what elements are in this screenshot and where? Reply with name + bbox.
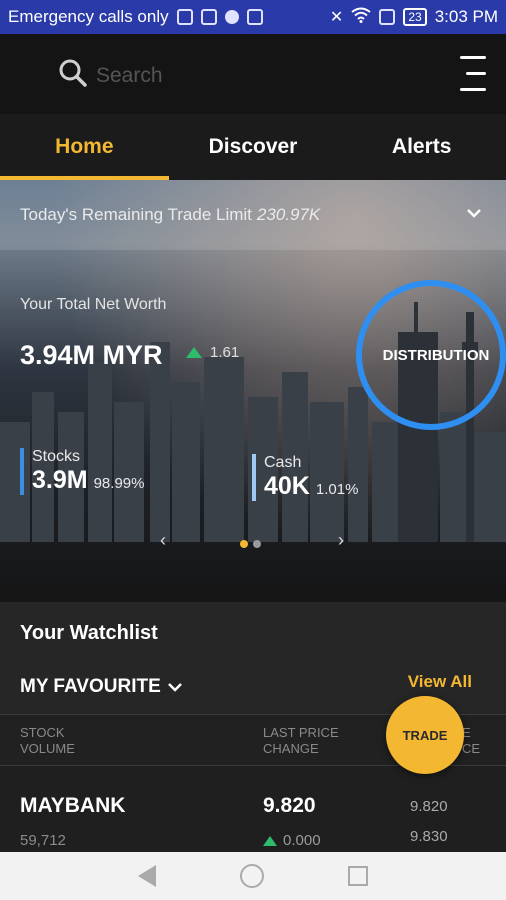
stocks-title: Stocks [32,448,81,465]
tab-bar: Home Discover Alerts [0,114,506,180]
trade-limit-label: Today's Remaining Trade Limit [20,205,252,224]
chevron-down-icon [167,676,183,698]
cash-title: Cash [264,454,302,471]
trade-limit-bar[interactable]: Today's Remaining Trade Limit 230.97K [0,180,506,250]
view-all-link[interactable]: View All [408,672,472,692]
watchlist-title: Your Watchlist [20,622,158,644]
column-volume: VOLUME [20,741,75,756]
mute-icon: ✕ [329,9,344,26]
distribution-button[interactable]: DISTRIBUTION [356,280,506,430]
stocks-holding: Stocks 3.9M 98.99% [20,448,144,495]
back-icon[interactable] [138,865,156,887]
clock: 3:03 PM [434,7,498,26]
cash-percent: 1.01% [315,481,359,498]
column-bid-ask: E CE [462,725,480,757]
app-notification-icon [200,9,217,25]
menu-icon[interactable] [456,56,486,92]
system-nav-bar [0,852,506,900]
status-bar: Emergency calls only ✕ 23 3:03 PM [0,0,506,34]
up-arrow-icon [186,347,202,358]
watchlist-header: Your Watchlist [0,602,506,662]
stock-volume: 59,712 [20,832,66,849]
trade-button[interactable]: TRADE [386,696,464,774]
column-stock: STOCK [20,725,65,740]
stocks-percent: 98.99% [93,475,145,492]
search-input[interactable]: Search [96,64,163,88]
stock-name: MAYBANK [20,794,126,817]
sync-notification-icon [224,10,239,24]
search-icon [58,58,88,94]
wifi-icon [351,7,371,28]
notification-icon [246,9,263,25]
net-worth-change: 1.61 [186,344,239,361]
carrier-text: Emergency calls only [8,7,169,26]
tab-home[interactable]: Home [0,114,169,180]
watchlist-name: MY FAVOURITE [20,676,161,697]
search-box[interactable]: Search [58,58,163,94]
stock-last-price: 9.820 [263,794,316,817]
pager-dot-active [240,540,248,548]
net-worth-value: 3.94M MYR [20,340,163,370]
column-price-partial-2: CE [462,741,481,756]
tab-alerts[interactable]: Alerts [337,114,506,180]
sim-icon [379,9,396,25]
pager-next-button[interactable]: › [338,530,344,551]
distribution-label: DISTRIBUTION [382,346,490,364]
cash-holding: Cash 40K 1.01% [252,454,358,501]
tab-discover[interactable]: Discover [169,114,338,180]
pager-prev-button[interactable]: ‹ [160,530,166,551]
stock-change: 0.000 [263,832,321,849]
watchlist-row[interactable]: MAYBANK 59,712 9.820 0.000 9.820 9.830 [0,766,506,856]
net-worth-change-value: 1.61 [210,344,240,361]
image-notification-icon [176,9,193,25]
pager-dots [240,540,261,548]
column-stock-volume: STOCK VOLUME [20,725,75,757]
top-bar: Search [0,34,506,114]
net-worth-label: Your Total Net Worth [20,296,167,313]
column-last-price: LAST PRICE [263,725,339,740]
stock-change-value: 0.000 [283,832,321,849]
stock-bid: 9.820 [410,798,448,815]
watchlist-dropdown[interactable]: MY FAVOURITE [20,676,183,698]
column-change: CHANGE [263,741,319,756]
column-price-partial-1: E [462,725,471,740]
chevron-down-icon[interactable] [466,202,482,223]
up-arrow-icon [263,835,277,846]
stocks-value: 3.9M [32,466,88,494]
portfolio-hero: Today's Remaining Trade Limit 230.97K Yo… [0,180,506,602]
stock-ask: 9.830 [410,828,448,845]
pager-dot [253,540,261,548]
cash-value: 40K [264,472,310,500]
trade-limit-value: 230.97K [256,205,321,224]
column-last-change: LAST PRICE CHANGE [263,725,339,757]
recent-apps-icon[interactable] [348,866,368,886]
home-icon[interactable] [240,864,264,888]
battery-icon: 23 [403,8,427,26]
